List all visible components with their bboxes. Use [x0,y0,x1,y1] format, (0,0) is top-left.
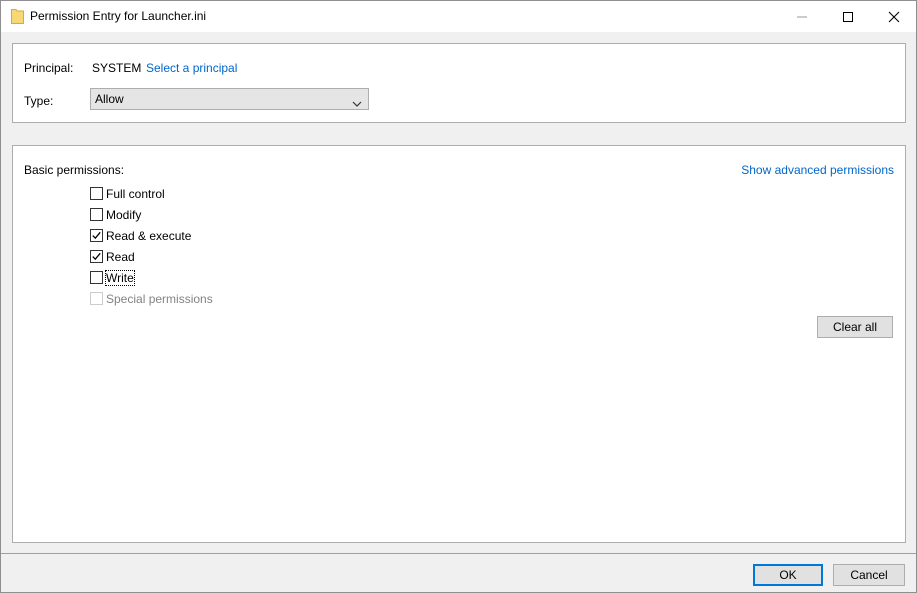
type-dropdown-value: Allow [95,92,124,106]
close-button[interactable] [871,1,917,32]
minimize-icon [797,16,807,18]
permission-label: Special permissions [106,292,213,306]
permission-label: Write [105,270,135,286]
permission-label: Read [106,250,135,264]
close-icon [888,11,900,23]
type-dropdown[interactable]: Allow [90,88,369,110]
select-principal-link[interactable]: Select a principal [146,61,237,75]
maximize-button[interactable] [825,1,871,32]
window-title: Permission Entry for Launcher.ini [30,9,207,23]
checkbox[interactable] [90,208,103,221]
permission-label: Full control [106,187,165,201]
maximize-icon [843,12,853,22]
principal-group: Principal: SYSTEM Select a principal Typ… [12,43,906,123]
permission-entry-dialog: Permission Entry for Launcher.ini Princi… [0,0,917,593]
folder-icon [11,8,24,24]
permission-label: Modify [106,208,142,222]
type-label: Type: [24,94,54,108]
principal-label: Principal: [24,61,74,75]
checkbox[interactable] [90,229,103,242]
principal-value: SYSTEM [92,61,142,75]
permissions-group: Basic permissions: Show advanced permiss… [12,145,906,543]
cancel-button[interactable]: Cancel [833,564,905,586]
chevron-down-icon [352,96,362,110]
ok-button[interactable]: OK [753,564,823,586]
show-advanced-permissions-link[interactable]: Show advanced permissions [741,163,894,177]
checkmark-icon [92,231,101,240]
checkmark-icon [92,252,101,261]
checkbox [90,292,103,305]
permission-label: Read & execute [106,229,192,243]
checkbox[interactable] [90,271,103,284]
title-bar: Permission Entry for Launcher.ini [1,1,916,32]
minimize-button[interactable] [779,1,825,32]
clear-all-button[interactable]: Clear all [817,316,893,338]
checkbox[interactable] [90,250,103,263]
checkbox[interactable] [90,187,103,200]
basic-permissions-heading: Basic permissions: [24,163,125,177]
